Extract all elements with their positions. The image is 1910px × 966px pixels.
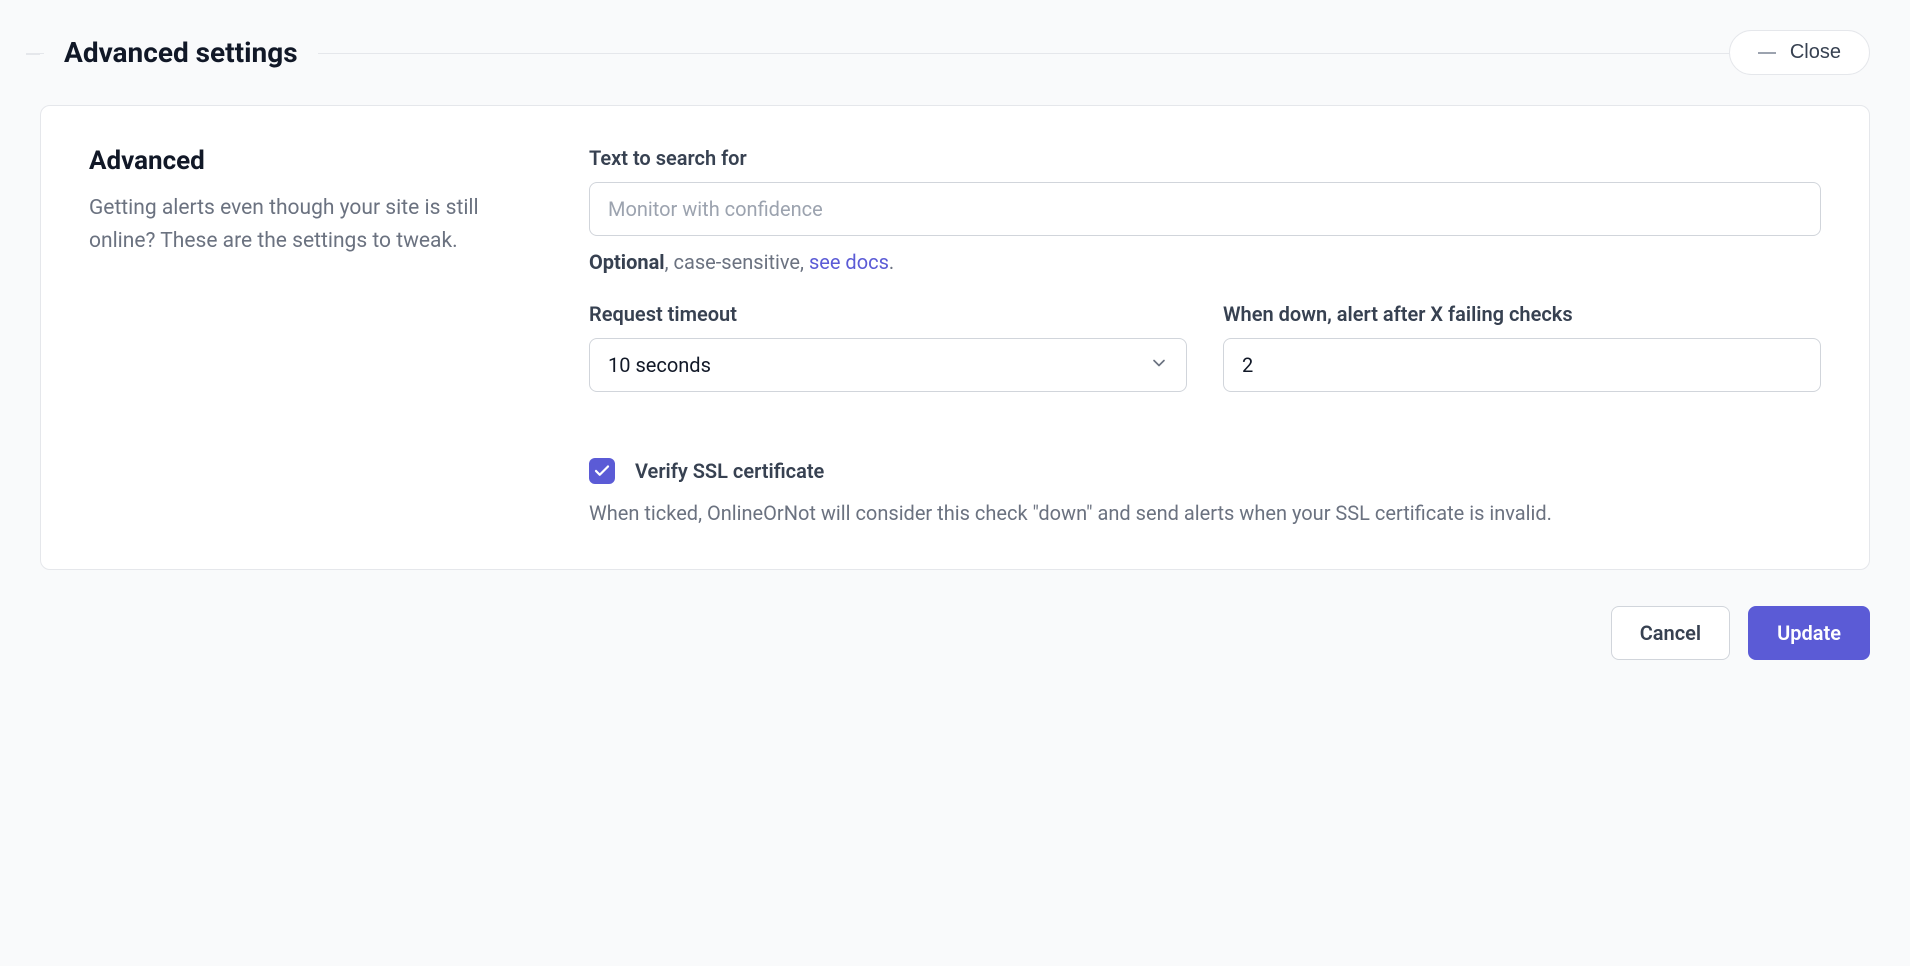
verify-ssl-checkbox[interactable]: [589, 458, 615, 484]
verify-ssl-label[interactable]: Verify SSL certificate: [635, 459, 824, 483]
card-description: Getting alerts even though your site is …: [89, 192, 549, 257]
request-timeout-select[interactable]: 10 seconds: [589, 338, 1187, 392]
help-end: .: [889, 250, 894, 274]
card-description-column: Advanced Getting alerts even though your…: [89, 146, 549, 529]
card-form-column: Text to search for Optional, case-sensit…: [589, 146, 1821, 529]
text-search-help: Optional, case-sensitive, see docs.: [589, 250, 1821, 274]
minus-icon: [1758, 52, 1776, 54]
section-header: Advanced settings Close: [40, 30, 1870, 75]
section-title: Advanced settings: [44, 36, 318, 69]
text-search-group: Text to search for Optional, case-sensit…: [589, 146, 1821, 274]
footer-actions: Cancel Update: [40, 606, 1870, 660]
check-icon: [593, 462, 611, 480]
close-button-label: Close: [1790, 41, 1841, 64]
help-optional: Optional: [589, 250, 665, 274]
text-search-input[interactable]: [589, 182, 1821, 236]
alert-after-input[interactable]: [1223, 338, 1821, 392]
request-timeout-label: Request timeout: [589, 302, 1187, 326]
select-wrap: 10 seconds: [589, 338, 1187, 392]
alert-after-group: When down, alert after X failing checks: [1223, 302, 1821, 392]
close-button[interactable]: Close: [1729, 30, 1870, 75]
page-container: Advanced settings Close Advanced Getting…: [0, 0, 1910, 700]
request-timeout-group: Request timeout 10 seconds: [589, 302, 1187, 392]
text-search-label: Text to search for: [589, 146, 1821, 170]
see-docs-link[interactable]: see docs: [809, 250, 889, 274]
help-rest: , case-sensitive,: [665, 250, 809, 274]
checkbox-row: Verify SSL certificate: [589, 458, 1821, 484]
two-column-row: Request timeout 10 seconds When down, al…: [589, 302, 1821, 420]
update-button[interactable]: Update: [1748, 606, 1870, 660]
card-title: Advanced: [89, 146, 549, 176]
advanced-card: Advanced Getting alerts even though your…: [40, 105, 1870, 570]
cancel-button[interactable]: Cancel: [1611, 606, 1730, 660]
verify-ssl-group: Verify SSL certificate When ticked, Onli…: [589, 458, 1821, 529]
alert-after-label: When down, alert after X failing checks: [1223, 302, 1821, 326]
verify-ssl-help: When ticked, OnlineOrNot will consider t…: [589, 498, 1821, 529]
